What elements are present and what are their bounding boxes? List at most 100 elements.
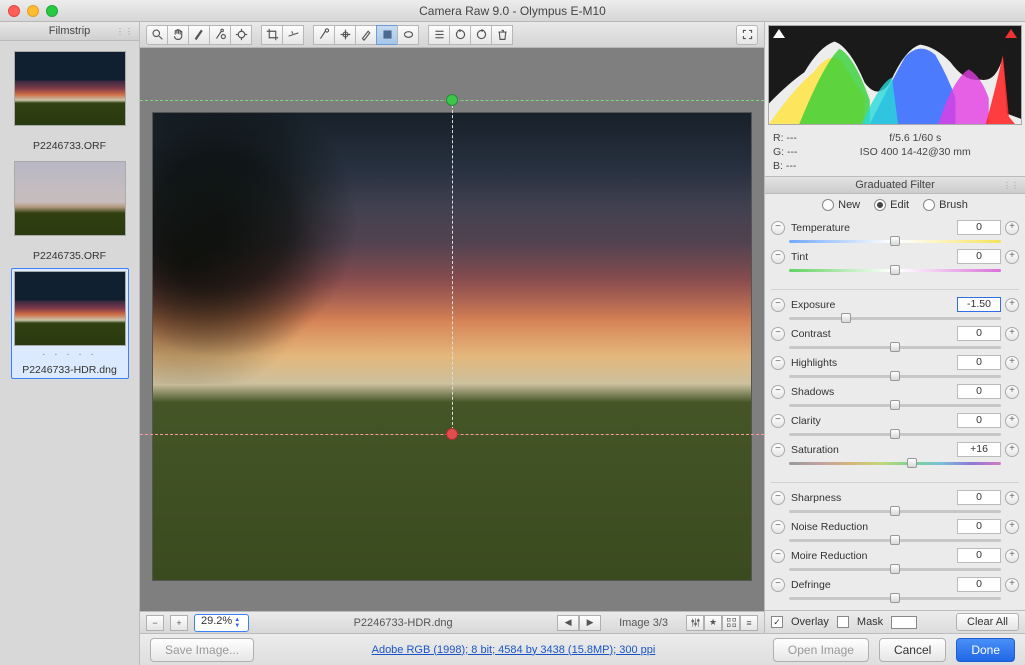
slider-track[interactable] [789,459,1001,469]
slider-value-input[interactable]: 0 [957,355,1001,370]
slider-value-input[interactable]: 0 [957,384,1001,399]
slider-minus-button[interactable]: − [771,520,785,534]
next-image-button[interactable]: ▶ [579,615,601,631]
color-sampler-tool[interactable] [209,25,231,45]
slider-minus-button[interactable]: − [771,327,785,341]
slider-minus-button[interactable]: − [771,443,785,457]
graduated-filter-tool[interactable] [376,25,398,45]
clear-all-button[interactable]: Clear All [956,613,1019,631]
crop-tool[interactable] [261,25,283,45]
slider-thumb[interactable] [890,429,900,439]
slider-plus-button[interactable]: + [1005,221,1019,235]
slider-thumb[interactable] [890,535,900,545]
slider-thumb[interactable] [890,265,900,275]
slider-thumb[interactable] [890,564,900,574]
workflow-link[interactable]: Adobe RGB (1998); 8 bit; 4584 by 3438 (1… [264,644,763,656]
mask-color-swatch[interactable] [891,616,917,629]
slider-track[interactable] [789,401,1001,411]
open-image-button[interactable]: Open Image [773,638,869,662]
slider-minus-button[interactable]: − [771,250,785,264]
zoom-window-button[interactable] [46,5,58,17]
minimize-window-button[interactable] [27,5,39,17]
slider-value-input[interactable]: 0 [957,220,1001,235]
slider-plus-button[interactable]: + [1005,491,1019,505]
slider-value-input[interactable]: -1.50 [957,297,1001,312]
slider-plus-button[interactable]: + [1005,414,1019,428]
slider-track[interactable] [789,565,1001,575]
trash-icon[interactable] [491,25,513,45]
grip-icon[interactable]: ⋮⋮ [116,27,134,36]
slider-plus-button[interactable]: + [1005,549,1019,563]
slider-minus-button[interactable]: − [771,385,785,399]
slider-minus-button[interactable]: − [771,221,785,235]
slider-value-input[interactable]: 0 [957,249,1001,264]
slider-track[interactable] [789,594,1001,604]
white-balance-tool[interactable] [188,25,210,45]
slider-track[interactable] [789,430,1001,440]
highlight-clip-icon[interactable] [1005,29,1017,38]
slider-plus-button[interactable]: + [1005,520,1019,534]
adjustment-brush-tool[interactable] [355,25,377,45]
slider-minus-button[interactable]: − [771,356,785,370]
filmstrip-thumb[interactable]: · · · · · P2246733-HDR.dng [11,268,129,379]
mode-brush-radio[interactable]: Brush [923,199,968,211]
targeted-adjust-tool[interactable] [230,25,252,45]
slider-minus-button[interactable]: − [771,414,785,428]
slider-value-input[interactable]: 0 [957,519,1001,534]
grid-icon[interactable] [722,615,740,631]
slider-plus-button[interactable]: + [1005,385,1019,399]
slider-plus-button[interactable]: + [1005,356,1019,370]
rating-icon[interactable]: ★ [704,615,722,631]
slider-value-input[interactable]: 0 [957,577,1001,592]
close-window-button[interactable] [8,5,20,17]
shadow-clip-icon[interactable] [773,29,785,38]
prev-image-button[interactable]: ◀ [557,615,579,631]
mode-edit-radio[interactable]: Edit [874,199,909,211]
slider-value-input[interactable]: 0 [957,490,1001,505]
redeye-tool[interactable] [334,25,356,45]
slider-thumb[interactable] [907,458,917,468]
slider-thumb[interactable] [890,593,900,603]
slider-minus-button[interactable]: − [771,549,785,563]
rotate-ccw-icon[interactable] [449,25,471,45]
slider-track[interactable] [789,372,1001,382]
straighten-tool[interactable] [282,25,304,45]
menu-icon[interactable]: ≡ [740,615,758,631]
slider-track[interactable] [789,536,1001,546]
spot-removal-tool[interactable] [313,25,335,45]
filmstrip-thumb[interactable]: P2246735.ORF [11,158,129,265]
rotate-cw-icon[interactable] [470,25,492,45]
slider-track[interactable] [789,343,1001,353]
slider-thumb[interactable] [890,342,900,352]
cancel-button[interactable]: Cancel [879,638,946,662]
grip-icon[interactable]: ⋮⋮ [1003,181,1019,190]
slider-value-input[interactable]: 0 [957,326,1001,341]
radial-filter-tool[interactable] [397,25,419,45]
slider-thumb[interactable] [890,236,900,246]
slider-plus-button[interactable]: + [1005,298,1019,312]
gradient-start-handle[interactable] [446,94,458,106]
slider-track[interactable] [789,266,1001,276]
zoom-select[interactable]: 29.2% ▲▼ [194,614,249,632]
hand-tool[interactable] [167,25,189,45]
mask-checkbox[interactable] [837,616,849,628]
histogram[interactable] [768,25,1022,125]
zoom-in-button[interactable]: + [170,615,188,631]
slider-plus-button[interactable]: + [1005,250,1019,264]
presets-icon[interactable] [428,25,450,45]
done-button[interactable]: Done [956,638,1015,662]
fullscreen-toggle-icon[interactable] [736,25,758,45]
gradient-axis-line[interactable] [452,100,453,435]
slider-track[interactable] [789,314,1001,324]
slider-thumb[interactable] [890,506,900,516]
sliders-icon[interactable] [686,615,704,631]
gradient-end-handle[interactable] [446,428,458,440]
slider-thumb[interactable] [890,371,900,381]
slider-track[interactable] [789,237,1001,247]
filmstrip-thumb[interactable]: P2246733.ORF [11,48,129,155]
slider-plus-button[interactable]: + [1005,443,1019,457]
save-image-button[interactable]: Save Image... [150,638,254,662]
slider-minus-button[interactable]: − [771,578,785,592]
slider-value-input[interactable]: +16 [957,442,1001,457]
canvas[interactable] [140,48,764,611]
